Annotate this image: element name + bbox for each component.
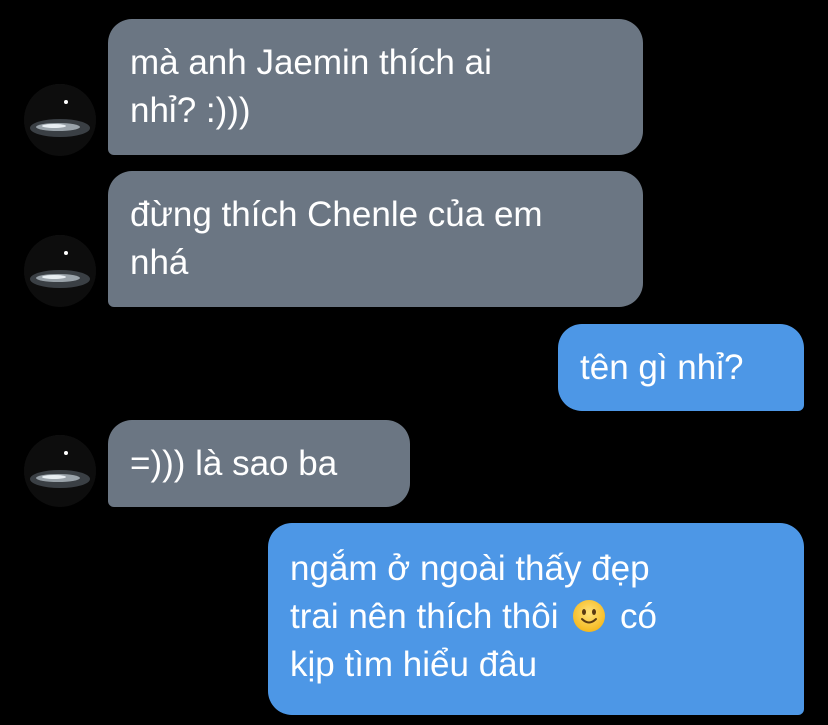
message-text: có: [619, 597, 657, 636]
message-bubble-incoming[interactable]: đừng thích Chenle của em nhá: [108, 171, 643, 307]
avatar-image: [24, 235, 96, 307]
message-text: nhá: [130, 243, 189, 282]
message-bubble-incoming[interactable]: =))) là sao ba: [108, 420, 410, 507]
message-text: nhỉ? :))): [130, 91, 251, 130]
contact-avatar[interactable]: [24, 235, 96, 307]
slightly-smiling-face-icon: [573, 600, 606, 632]
message-text: ngắm ở ngoài thấy đẹp: [290, 549, 650, 588]
avatar-image: [24, 435, 96, 507]
message-text: trai nên thích thôi: [290, 597, 559, 636]
message-bubble-outgoing[interactable]: ngắm ở ngoài thấy đẹp trai nên thích thô…: [268, 523, 804, 715]
message-text: tên gì nhỉ?: [580, 348, 744, 387]
message-text: mà anh Jaemin thích ai: [130, 43, 492, 82]
message-text-line2: trai nên thích thôi có: [290, 593, 782, 641]
message-bubble-outgoing[interactable]: tên gì nhỉ?: [558, 324, 804, 411]
contact-avatar[interactable]: [24, 435, 96, 507]
message-bubble-incoming[interactable]: mà anh Jaemin thích ai nhỉ? :))): [108, 19, 643, 155]
message-text: đừng thích Chenle của em: [130, 195, 543, 234]
avatar-image: [24, 84, 96, 156]
contact-avatar[interactable]: [24, 84, 96, 156]
message-text: =))) là sao ba: [130, 444, 338, 483]
message-text: kịp tìm hiểu đâu: [290, 645, 538, 684]
